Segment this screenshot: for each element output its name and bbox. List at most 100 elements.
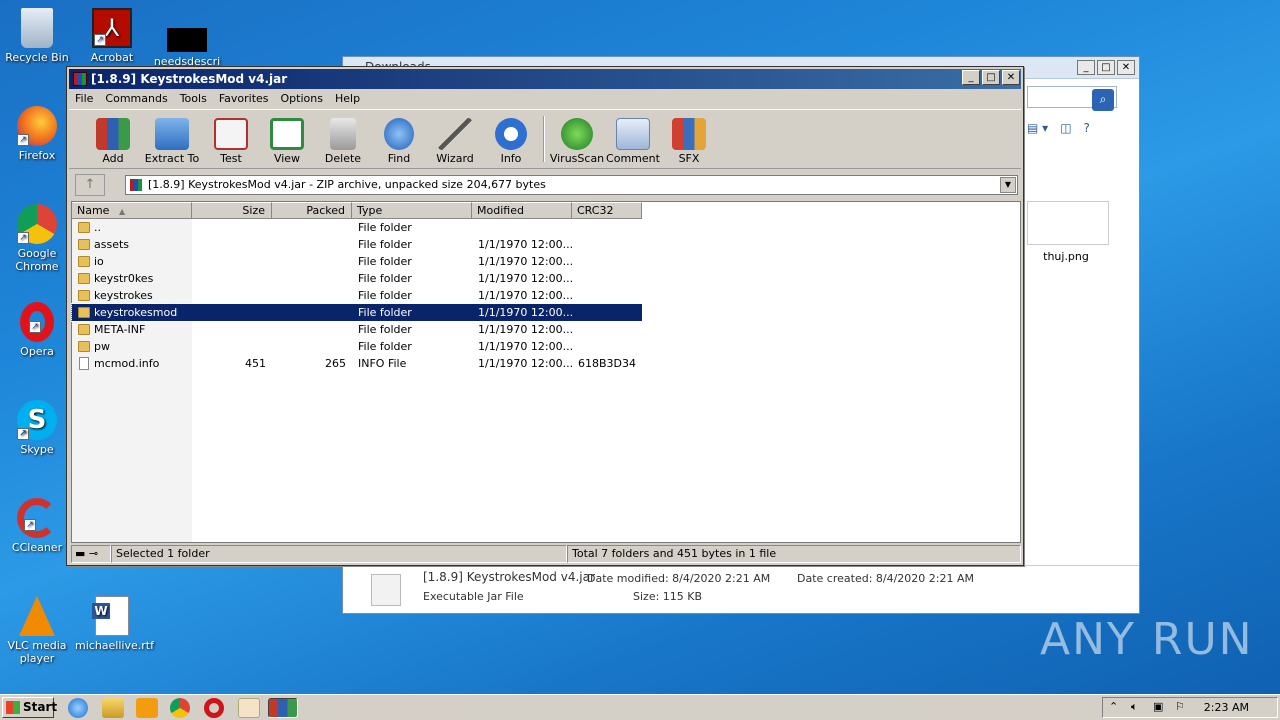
- file-size-cell: [192, 219, 272, 236]
- chrome-taskbar-icon[interactable]: [170, 698, 190, 718]
- path-text: [1.8.9] KeystrokesMod v4.jar - ZIP archi…: [148, 178, 546, 191]
- desktop-icon-chrome[interactable]: ↗ Google Chrome: [0, 204, 74, 273]
- word-document-icon: W: [92, 596, 129, 636]
- file-name-cell: assets: [72, 236, 192, 253]
- table-row[interactable]: keystrokesmod File folder 1/1/1970 12:00..…: [71, 303, 643, 322]
- table-row[interactable]: io File folder 1/1/1970 12:00...: [72, 253, 642, 270]
- file-type-cell: File folder: [358, 323, 412, 336]
- column-header-label: Name: [77, 204, 110, 217]
- menu-tools[interactable]: Tools: [174, 90, 213, 108]
- file-packed-cell: [272, 321, 352, 338]
- column-header-size[interactable]: Size: [192, 202, 272, 219]
- comment-button[interactable]: Comment: [605, 110, 661, 168]
- desktop-icon-label: Recycle Bin: [5, 51, 69, 64]
- internet-explorer-icon[interactable]: [68, 698, 88, 718]
- virusscan-button[interactable]: VirusScan: [549, 110, 605, 168]
- show-hidden-icons-icon[interactable]: ⌃: [1109, 700, 1118, 713]
- file-size-cell: 451: [245, 357, 266, 370]
- help-icon[interactable]: ?: [1084, 121, 1090, 135]
- desktop-icon-michaellive[interactable]: W michaellive.rtf: [75, 596, 154, 652]
- menu-help[interactable]: Help: [329, 90, 366, 108]
- search-icon[interactable]: ⌕: [1092, 89, 1114, 111]
- vlc-icon: [19, 596, 55, 636]
- media-player-icon[interactable]: [136, 698, 158, 718]
- start-button[interactable]: Start: [2, 697, 57, 718]
- table-row[interactable]: META-INF File folder 1/1/1970 12:00...: [72, 321, 642, 338]
- details-modified: Date modified: 8/4/2020 2:21 AM: [587, 572, 771, 585]
- file-name-text: io: [94, 255, 104, 268]
- menu-options[interactable]: Options: [275, 90, 329, 108]
- add-button[interactable]: Add: [85, 110, 141, 168]
- details-file-name: [1.8.9] KeystrokesMod v4.jar: [423, 570, 595, 584]
- column-header-name[interactable]: Name ▲: [72, 202, 192, 219]
- desktop-icon-acrobat[interactable]: ⅄ ↗ Acrobat: [75, 8, 149, 64]
- virusscan-label: VirusScan: [549, 152, 605, 165]
- folder-icon: [78, 273, 90, 284]
- extract-to-button[interactable]: Extract To: [141, 110, 203, 168]
- desktop-icon-recycle-bin[interactable]: Recycle Bin: [0, 8, 74, 64]
- menu-commands[interactable]: Commands: [99, 90, 173, 108]
- file-crc-cell: 618B3D34: [578, 357, 637, 370]
- table-row[interactable]: .. File folder: [72, 219, 642, 236]
- clipboard-check-icon: [214, 118, 248, 150]
- minimize-button[interactable]: _: [962, 70, 980, 85]
- details-file-type: Executable Jar File: [423, 590, 524, 603]
- desktop-icon-opera[interactable]: ↗ Opera: [0, 302, 74, 358]
- column-header-packed[interactable]: Packed: [272, 202, 352, 219]
- action-center-flag-icon[interactable]: ⚐: [1175, 700, 1185, 713]
- minimize-button[interactable]: _: [1077, 60, 1095, 75]
- file-crc-cell: [572, 304, 642, 321]
- file-modified-cell: 1/1/1970 12:00...: [478, 255, 572, 268]
- column-header-crc32[interactable]: CRC32: [572, 202, 642, 219]
- menu-favorites[interactable]: Favorites: [213, 90, 275, 108]
- maximize-button[interactable]: □: [982, 70, 1000, 85]
- desktop-icon-needsdescri[interactable]: needsdescri: [150, 8, 224, 68]
- search-input[interactable]: ⌕: [1027, 86, 1117, 111]
- volume-icon[interactable]: 🔈︎: [1131, 700, 1138, 714]
- info-button[interactable]: Info: [483, 110, 539, 168]
- close-button[interactable]: ✕: [1002, 70, 1020, 85]
- chevron-down-icon[interactable]: ▼: [1000, 177, 1016, 193]
- up-folder-button[interactable]: ↑: [75, 174, 105, 196]
- table-row[interactable]: pw File folder 1/1/1970 12:00...: [72, 338, 642, 355]
- file-thumbnail[interactable]: [1027, 201, 1109, 245]
- opera-taskbar-icon[interactable]: [204, 698, 224, 718]
- table-row[interactable]: assets File folder 1/1/1970 12:00...: [72, 236, 642, 253]
- ccleaner-icon: ↗: [17, 498, 57, 538]
- toolbar: Add Extract To Test View Delete Find Wiz…: [69, 109, 1021, 169]
- wizard-button[interactable]: Wizard: [427, 110, 483, 168]
- file-list[interactable]: Name ▲ Size Packed Type Modified CRC32 .…: [71, 201, 1021, 543]
- menu-bar: File Commands Tools Favorites Options He…: [69, 90, 1021, 108]
- desktop-icon-ccleaner[interactable]: ↗ CCleaner: [0, 498, 74, 554]
- file-type-cell: File folder: [358, 272, 412, 285]
- desktop-icon-vlc[interactable]: VLC media player: [0, 596, 74, 665]
- file-explorer-icon[interactable]: [102, 698, 124, 718]
- network-icon[interactable]: ▣: [1153, 700, 1163, 713]
- magic-wand-icon: [438, 118, 472, 150]
- delete-button[interactable]: Delete: [315, 110, 371, 168]
- menu-file[interactable]: File: [69, 90, 99, 108]
- desktop-icon-firefox[interactable]: ↗ Firefox: [0, 106, 74, 162]
- clock[interactable]: 2:23 AM: [1204, 701, 1249, 714]
- desktop-icon-skype[interactable]: S ↗ Skype: [0, 400, 74, 456]
- column-header-modified[interactable]: Modified: [472, 202, 572, 219]
- winrar-taskbar-icon[interactable]: [268, 698, 298, 718]
- java-taskbar-icon[interactable]: [238, 698, 260, 718]
- maximize-button[interactable]: □: [1097, 60, 1115, 75]
- find-button[interactable]: Find: [371, 110, 427, 168]
- file-name-cell: keystrokes: [72, 287, 192, 304]
- table-row[interactable]: keystrokes File folder 1/1/1970 12:00...: [72, 287, 642, 304]
- table-row[interactable]: mcmod.info 451 265 INFO File 1/1/1970 12:00.…: [72, 355, 642, 372]
- preview-pane-icon[interactable]: ◫: [1060, 121, 1071, 135]
- sfx-button[interactable]: SFX: [661, 110, 717, 168]
- column-header-type[interactable]: Type: [352, 202, 472, 219]
- change-view-icon[interactable]: ▤ ▾: [1027, 121, 1048, 135]
- close-button[interactable]: ✕: [1117, 60, 1135, 75]
- file-modified-cell: 1/1/1970 12:00...: [478, 306, 572, 319]
- winrar-window[interactable]: [1.8.9] KeystrokesMod v4.jar _ □ ✕ File …: [66, 66, 1024, 566]
- table-row[interactable]: keystr0kes File folder 1/1/1970 12:00...: [72, 270, 642, 287]
- path-combobox[interactable]: [1.8.9] KeystrokesMod v4.jar - ZIP archi…: [125, 175, 1018, 195]
- test-button[interactable]: Test: [203, 110, 259, 168]
- file-name-cell: mcmod.info: [72, 355, 192, 372]
- view-button[interactable]: View: [259, 110, 315, 168]
